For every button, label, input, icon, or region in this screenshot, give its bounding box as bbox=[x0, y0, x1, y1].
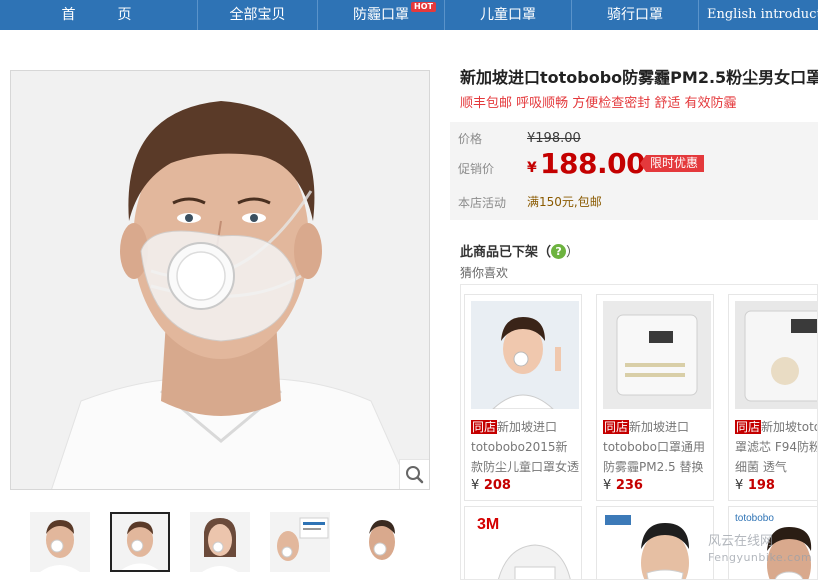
rec-card-2[interactable]: 同店新加坡进口totobobo口罩通用防雾霾PM2.5 替换滤片 ¥ 236 bbox=[596, 294, 714, 501]
guess-you-like-label: 猜你喜欢 bbox=[460, 266, 509, 280]
rec-image-1 bbox=[471, 301, 579, 409]
rec-price-3: ¥ 198 bbox=[735, 478, 775, 493]
nav-item-home[interactable]: 首 页 bbox=[0, 0, 198, 30]
rec-card-3[interactable]: 同店新加坡toto口罩滤芯 F94防粉尘 细菌 透气 ¥ 198 bbox=[728, 294, 817, 501]
site-watermark: 风云在线网 Fengyunbike.com bbox=[708, 534, 813, 564]
rec-card-5[interactable] bbox=[596, 506, 714, 579]
current-price: 188.00 bbox=[540, 147, 646, 180]
rec-desc-1: 同店新加坡进口totobobo2015新款防尘儿童口罩女透气防 bbox=[471, 420, 579, 474]
magnifier-icon bbox=[406, 466, 424, 484]
svg-text:3M: 3M bbox=[477, 516, 499, 533]
top-nav: 首 页 全部宝贝 防霾口罩 HOT 儿童口罩 骑行口罩 English intr… bbox=[0, 0, 818, 30]
rec-card-4[interactable]: 3M bbox=[464, 506, 582, 579]
nav-item-smog-masks[interactable]: 防霾口罩 HOT bbox=[318, 0, 445, 30]
nav-item-all-products[interactable]: 全部宝贝 bbox=[198, 0, 318, 30]
zoom-button[interactable] bbox=[399, 459, 429, 489]
product-photo bbox=[11, 71, 429, 489]
help-icon[interactable]: ? bbox=[551, 244, 567, 259]
currency-symbol: ¥ bbox=[527, 160, 537, 176]
rec-card-1[interactable]: 同店新加坡进口totobobo2015新款防尘儿童口罩女透气防 ¥ 208 bbox=[464, 294, 582, 501]
nav-item-english-intro[interactable]: English introduction bbox=[699, 0, 818, 30]
nav-item-kids-masks[interactable]: 儿童口罩 bbox=[445, 0, 572, 30]
rec-image-3 bbox=[735, 301, 817, 409]
hot-badge: HOT bbox=[411, 2, 436, 12]
svg-text:totobobo: totobobo bbox=[735, 513, 774, 524]
main-product-image[interactable] bbox=[10, 70, 430, 490]
rec-price-1: ¥ 208 bbox=[471, 478, 511, 493]
rec-desc-3: 同店新加坡toto口罩滤芯 F94防粉尘 细菌 透气 bbox=[735, 420, 817, 474]
thumbnail-2-selected[interactable] bbox=[110, 512, 170, 572]
thumbnail-strip bbox=[30, 512, 430, 572]
rec-desc-2: 同店新加坡进口totobobo口罩通用防雾霾PM2.5 替换滤片 bbox=[603, 420, 706, 474]
price-label: 价格 bbox=[458, 132, 483, 146]
product-title: 新加坡进口totobobo防雾霾PM2.5粉尘男女口罩 bbox=[460, 68, 818, 87]
rec-image-5 bbox=[597, 507, 713, 579]
original-price: ¥198.00 bbox=[527, 131, 581, 146]
activity-text: 满150元,包邮 bbox=[527, 195, 602, 209]
promo-price-label: 促销价 bbox=[458, 162, 495, 176]
nav-item-cycling-masks[interactable]: 骑行口罩 bbox=[572, 0, 699, 30]
rec-image-2 bbox=[603, 301, 711, 409]
thumbnail-4[interactable] bbox=[270, 512, 330, 572]
thumbnail-1[interactable] bbox=[30, 512, 90, 572]
thumbnail-3[interactable] bbox=[190, 512, 250, 572]
offline-notice: 此商品已下架（?） bbox=[460, 244, 580, 260]
activity-label: 本店活动 bbox=[458, 196, 507, 210]
product-subtitle: 顺丰包邮 呼吸顺畅 方便检查密封 舒适 有效防霾 bbox=[460, 96, 737, 111]
thumbnail-5[interactable] bbox=[350, 512, 410, 572]
rec-price-2: ¥ 236 bbox=[603, 478, 643, 493]
limited-offer-badge: 限时优惠 bbox=[640, 155, 705, 172]
price-box: 价格 ¥198.00 促销价 ¥ 188.00 限时优惠 本店活动 满150元,… bbox=[450, 122, 818, 220]
rec-image-4: 3M bbox=[465, 507, 581, 579]
